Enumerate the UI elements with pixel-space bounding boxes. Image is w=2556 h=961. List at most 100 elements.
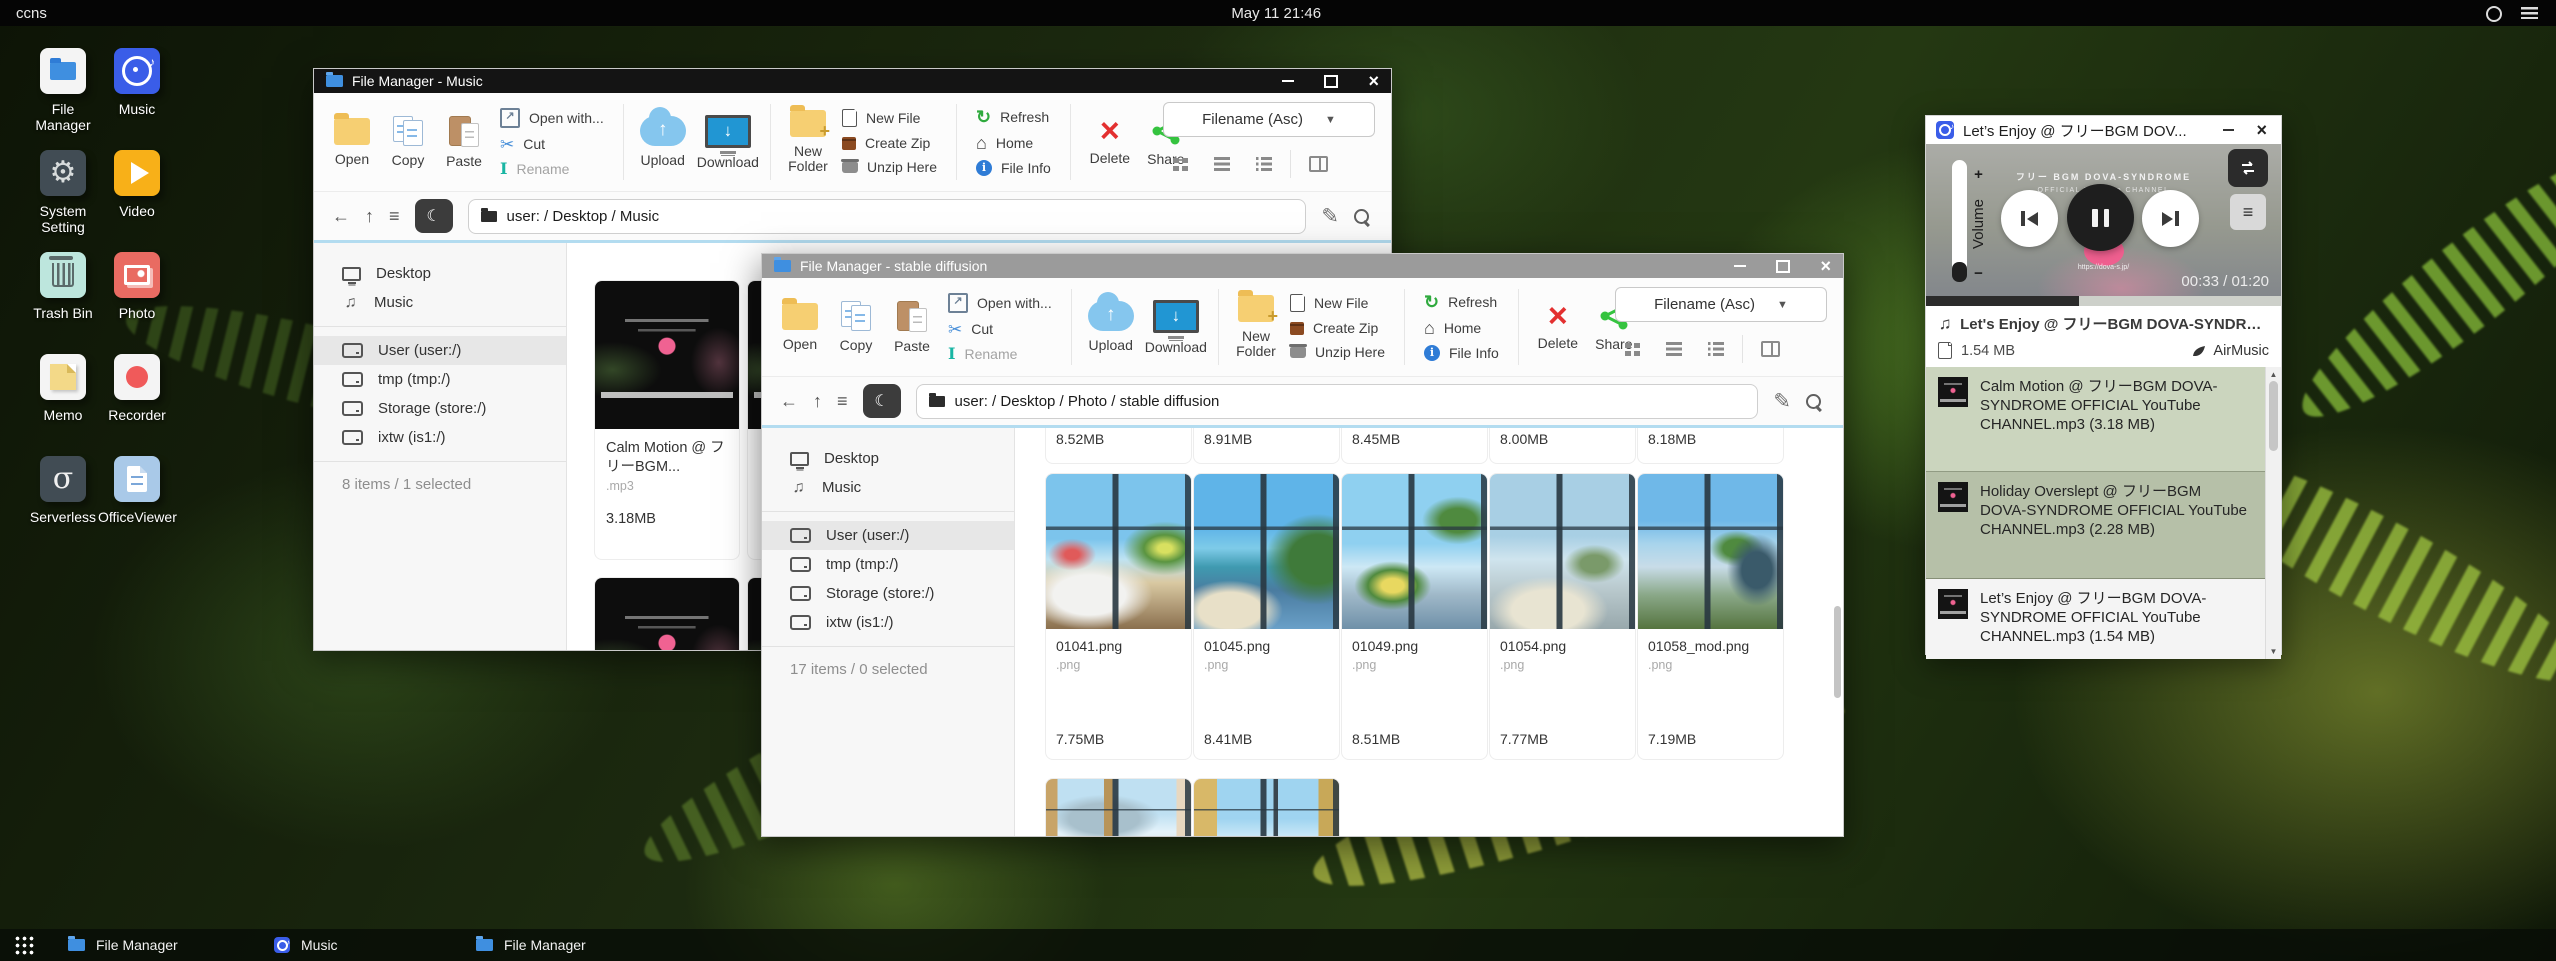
create-zip-button[interactable]: Create Zip	[842, 135, 937, 151]
volume-slider-thumb[interactable]	[1952, 262, 1967, 282]
open-button[interactable]: Open	[772, 303, 828, 352]
minimize-button[interactable]	[1282, 80, 1294, 83]
new-file-button[interactable]: New File	[1290, 294, 1385, 312]
content-scrollbar[interactable]	[1834, 606, 1841, 698]
search-icon[interactable]	[1806, 394, 1821, 409]
file-card-calm-motion[interactable]: Calm Motion @ フリーBGM... .mp3 3.18MB	[594, 280, 740, 560]
path-input[interactable]: user: / Desktop / Photo / stable diffusi…	[916, 384, 1759, 419]
file-card-partial[interactable]	[1193, 778, 1340, 836]
pause-button[interactable]	[2067, 184, 2134, 251]
desktop-icon-file-manager[interactable]: File Manager	[26, 48, 100, 150]
sidebar-item-storage-drive[interactable]: Storage (store:/)	[314, 394, 566, 423]
desktop-icon-photo[interactable]: Photo	[100, 252, 174, 354]
unzip-here-button[interactable]: Unzip Here	[842, 159, 937, 175]
search-icon[interactable]	[1354, 209, 1369, 224]
refresh-button[interactable]: ↻ Refresh	[1424, 293, 1499, 311]
view-columns-button[interactable]	[1309, 156, 1328, 172]
back-icon[interactable]: ←	[332, 207, 350, 225]
playlist-item[interactable]: Calm Motion @ フリーBGM DOVA-SYNDROME OFFIC…	[1926, 367, 2281, 472]
desktop-icon-trash-bin[interactable]: Trash Bin	[26, 252, 100, 354]
desktop-icon-recorder[interactable]: Recorder	[100, 354, 174, 456]
app-launcher-icon[interactable]	[14, 935, 34, 955]
file-card-01058-mod[interactable]: 01058_mod.png .png 7.19MB	[1637, 473, 1784, 760]
cut-button[interactable]: ✂ Cut	[948, 321, 1052, 338]
previous-track-button[interactable]	[2001, 190, 2058, 247]
scroll-down-icon[interactable]: ▼	[2270, 647, 2278, 656]
refresh-button[interactable]: ↻ Refresh	[976, 108, 1051, 126]
close-button[interactable]: ×	[1820, 259, 1831, 273]
dark-mode-toggle[interactable]: ☾	[863, 384, 901, 418]
create-zip-button[interactable]: Create Zip	[1290, 320, 1385, 336]
rename-button[interactable]: I Rename	[948, 346, 1052, 362]
file-card-partial[interactable]: 8.52MB	[1045, 428, 1192, 464]
sort-dropdown[interactable]: Filename (Asc) ▼	[1163, 102, 1375, 137]
back-icon[interactable]: ←	[780, 392, 798, 410]
taskbar-item-music[interactable]: Music	[264, 929, 348, 961]
maximize-button[interactable]	[1776, 260, 1790, 273]
playlist-item[interactable]: Holiday Overslept @ フリーBGM DOVA-SYNDROME…	[1926, 472, 2281, 579]
open-with-button[interactable]: ↗ Open with...	[948, 293, 1052, 313]
minimize-button[interactable]	[2223, 129, 2234, 132]
view-grid-button[interactable]	[1173, 158, 1188, 171]
upload-button[interactable]: Upload	[635, 116, 691, 168]
desktop-icon-officeviewer[interactable]: OfficeViewer	[100, 456, 174, 558]
unzip-here-button[interactable]: Unzip Here	[1290, 344, 1385, 360]
file-card-partial[interactable]: 8.91MB	[1193, 428, 1340, 464]
path-input[interactable]: user: / Desktop / Music	[468, 199, 1307, 234]
file-card[interactable]	[594, 577, 740, 650]
sidebar-item-music[interactable]: ♫ Music	[314, 288, 566, 317]
sidebar-item-desktop[interactable]: Desktop	[314, 259, 566, 288]
copy-button[interactable]: Copy	[380, 116, 436, 168]
file-card-01045[interactable]: 01045.png .png 8.41MB	[1193, 473, 1340, 760]
desktop-icon-video[interactable]: Video	[100, 150, 174, 252]
scrollbar-thumb[interactable]	[2269, 381, 2278, 451]
edit-path-icon[interactable]: ✎	[1321, 206, 1339, 227]
close-button[interactable]: ×	[2256, 123, 2267, 137]
file-card-01054[interactable]: 01054.png .png 7.77MB	[1489, 473, 1636, 760]
file-card-partial[interactable]: 8.45MB	[1341, 428, 1488, 464]
system-menu-icon[interactable]	[2521, 7, 2538, 19]
open-button[interactable]: Open	[324, 118, 380, 167]
sidebar-item-ixtw-drive[interactable]: ixtw (is1:/)	[762, 608, 1014, 637]
new-folder-button[interactable]: New Folder	[1230, 295, 1282, 359]
progress-bar[interactable]	[1926, 296, 2281, 306]
up-icon[interactable]: ↑	[813, 392, 822, 410]
file-card-partial[interactable]: 8.00MB	[1489, 428, 1636, 464]
window-titlebar[interactable]: File Manager - stable diffusion ×	[762, 254, 1843, 278]
minimize-button[interactable]	[1734, 265, 1746, 268]
dark-mode-toggle[interactable]: ☾	[415, 199, 453, 233]
view-detail-button[interactable]	[1256, 157, 1272, 171]
view-detail-button[interactable]	[1708, 342, 1724, 356]
scroll-up-icon[interactable]: ▲	[2270, 370, 2278, 379]
menu-icon[interactable]: ≡	[837, 392, 848, 410]
file-card-01041[interactable]: 01041.png .png 7.75MB	[1045, 473, 1192, 760]
paste-button[interactable]: Paste	[436, 116, 492, 169]
playlist-toggle-button[interactable]: ≡	[2230, 194, 2266, 230]
view-list-button[interactable]	[1666, 342, 1682, 356]
repeat-button[interactable]	[2228, 149, 2268, 187]
sidebar-item-tmp-drive[interactable]: tmp (tmp:/)	[762, 550, 1014, 579]
new-file-button[interactable]: New File	[842, 109, 937, 127]
next-track-button[interactable]	[2142, 190, 2199, 247]
file-info-button[interactable]: i File Info	[1424, 345, 1499, 361]
close-button[interactable]: ×	[1368, 74, 1379, 88]
desktop-icon-memo[interactable]: Memo	[26, 354, 100, 456]
power-icon[interactable]	[2486, 6, 2502, 22]
rename-button[interactable]: I Rename	[500, 161, 604, 177]
sidebar-item-user-drive[interactable]: User (user:/)	[314, 336, 566, 365]
view-columns-button[interactable]	[1761, 341, 1780, 357]
sidebar-item-ixtw-drive[interactable]: ixtw (is1:/)	[314, 423, 566, 452]
paste-button[interactable]: Paste	[884, 301, 940, 354]
taskbar-item-file-manager-2[interactable]: File Manager	[466, 929, 596, 961]
open-with-button[interactable]: ↗ Open with...	[500, 108, 604, 128]
desktop-icon-music[interactable]: Music	[100, 48, 174, 150]
sidebar-item-storage-drive[interactable]: Storage (store:/)	[762, 579, 1014, 608]
menu-icon[interactable]: ≡	[389, 207, 400, 225]
sidebar-item-tmp-drive[interactable]: tmp (tmp:/)	[314, 365, 566, 394]
file-card-01049[interactable]: 01049.png .png 8.51MB	[1341, 473, 1488, 760]
maximize-button[interactable]	[1324, 75, 1338, 88]
cut-button[interactable]: ✂ Cut	[500, 136, 604, 153]
sidebar-item-desktop[interactable]: Desktop	[762, 444, 1014, 473]
sort-dropdown[interactable]: Filename (Asc) ▼	[1615, 287, 1827, 322]
download-button[interactable]: Download	[1145, 300, 1207, 355]
